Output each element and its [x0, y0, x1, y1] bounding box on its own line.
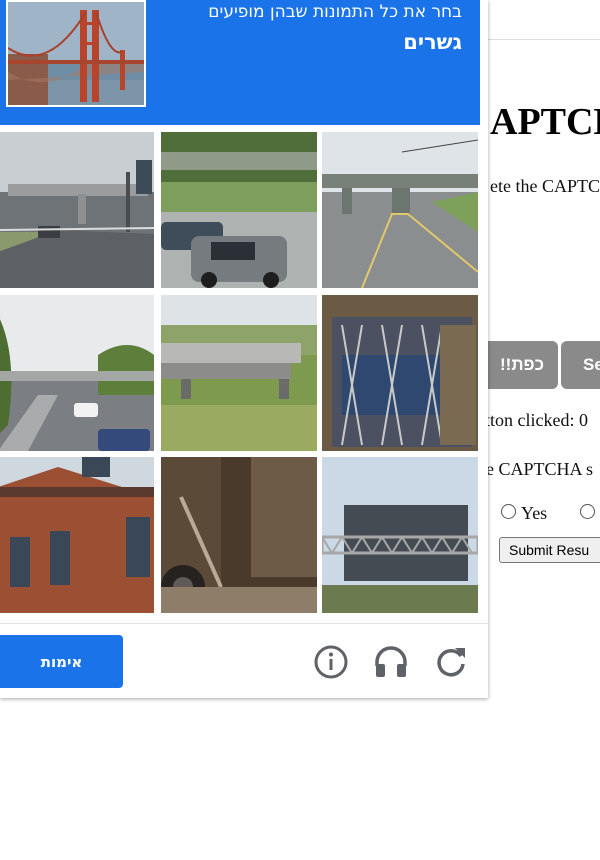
- headphones-icon[interactable]: [373, 644, 409, 680]
- captcha-widget: בחר את כל התמונות שבהן מופיעים גשרים אימ…: [0, 0, 488, 698]
- info-icon[interactable]: [313, 644, 349, 680]
- clicked-status: tton clicked: 0: [485, 410, 588, 430]
- verify-button[interactable]: אימות: [0, 635, 123, 688]
- captcha-tile-brick-house[interactable]: [0, 457, 154, 613]
- reload-icon[interactable]: [433, 644, 469, 680]
- radio-yes[interactable]: [501, 504, 516, 519]
- golden-gate-bridge-photo: [6, 0, 146, 107]
- hebrew-button[interactable]: !!כפת: [486, 341, 558, 389]
- captcha-tile-cars-under-bridge[interactable]: [161, 132, 317, 288]
- captcha-target-object: גשרים: [403, 30, 462, 54]
- radio-no[interactable]: [580, 504, 595, 519]
- captcha-tile-highway-overpass-curve[interactable]: [0, 295, 154, 451]
- captcha-instruction: בחר את כל התמונות שבהן מופיעים: [208, 2, 462, 22]
- second-button[interactable]: Se: [561, 341, 600, 389]
- verify-button-label: אימות: [40, 652, 83, 671]
- captcha-header: בחר את כל התמונות שבהן מופיעים גשרים: [0, 0, 480, 125]
- captcha-tile-road-underpass-bridge[interactable]: [322, 132, 478, 288]
- solved-question: e CAPTCHA s: [486, 459, 594, 479]
- captcha-tile-highway-overpass[interactable]: [0, 132, 154, 288]
- captcha-tile-small-concrete-bridge[interactable]: [161, 295, 317, 451]
- captcha-footer-divider: [0, 623, 488, 624]
- page-instruction: ete the CAPTC: [490, 176, 600, 196]
- page-heading: APTCH: [490, 101, 600, 143]
- captcha-tile-barn-interior[interactable]: [161, 457, 317, 613]
- radio-yes-label: Yes: [521, 503, 548, 523]
- top-rule: [480, 39, 600, 40]
- captcha-tile-metal-gate[interactable]: [322, 295, 478, 451]
- submit-results-button[interactable]: Submit Resu: [499, 537, 600, 563]
- second-button-label: Se: [583, 355, 600, 374]
- hebrew-button-label: !!כפת: [499, 355, 545, 374]
- captcha-tile-road-sign-gantry[interactable]: [322, 457, 478, 613]
